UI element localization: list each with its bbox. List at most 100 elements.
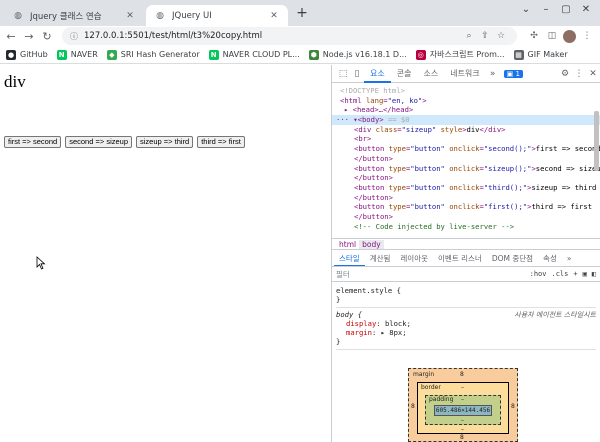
inspect-icon[interactable]: ⬚ xyxy=(336,69,350,79)
first-to-second-button[interactable]: first => second xyxy=(4,136,62,148)
dom-doctype[interactable]: <!DOCTYPE html> xyxy=(332,86,600,96)
prop-margin[interactable]: margin: ▸ 8px; xyxy=(336,328,596,337)
sizeup-to-third-button[interactable]: sizeup => third xyxy=(136,136,194,148)
dom-button-4-close[interactable]: </button> xyxy=(332,212,600,222)
reload-icon[interactable]: ↻ xyxy=(38,30,56,43)
maximize-icon[interactable]: ▢ xyxy=(558,4,574,15)
more-tabs-icon[interactable]: » xyxy=(562,250,577,266)
tab-event-listeners[interactable]: 이벤트 리스너 xyxy=(433,250,487,266)
close-icon[interactable]: ✕ xyxy=(268,11,280,21)
dom-button-1[interactable]: <button type="button" onclick="second();… xyxy=(332,144,600,154)
more-options-icon[interactable]: ⋮ xyxy=(572,69,586,79)
info-icon[interactable]: ⓘ xyxy=(70,31,78,42)
share-icon[interactable]: ⇪ xyxy=(477,31,493,41)
dom-html[interactable]: <html lang="en, ko"> xyxy=(332,96,600,106)
tab-jquery-ui[interactable]: ◍ JQuery UI ✕ xyxy=(146,5,288,26)
dom-button-4[interactable]: <button type="button" onclick="first();"… xyxy=(332,202,600,212)
body-rule[interactable]: 사용자 에이전트 스타일시트 body { display: block; ma… xyxy=(336,308,596,350)
target-icon: ◎ xyxy=(415,49,426,60)
box-border[interactable]: border – – padding – – 605.486×144.456 xyxy=(417,382,509,434)
bookmark-gif-maker[interactable]: ▦ GIF Maker xyxy=(513,49,568,60)
dom-br[interactable]: <br> xyxy=(332,134,600,144)
cls-toggle[interactable]: .cls xyxy=(551,270,568,278)
rule-close: } xyxy=(336,295,341,304)
tab-network[interactable]: 네트워크 xyxy=(444,65,485,83)
tab-elements[interactable]: 요소 xyxy=(364,65,391,83)
bookmark-nodejs[interactable]: ⬢ Node.js v16.18.1 D... xyxy=(308,49,407,60)
paint-icon[interactable]: ▣ xyxy=(583,270,587,278)
bookmark-naver[interactable]: N NAVER xyxy=(56,49,98,60)
styles-tabbar: 스타일 계산됨 레이아웃 이벤트 리스너 DOM 중단점 속성 » xyxy=(332,250,600,267)
extensions-icon[interactable]: ✣ xyxy=(527,31,541,41)
dom-head[interactable]: ▸ <head>…</head> xyxy=(332,105,600,115)
tab-jquery-class[interactable]: ◍ Jquery 클래스 연습 ✕ xyxy=(4,5,144,26)
tab-layout[interactable]: 레이아웃 xyxy=(395,250,433,266)
tab-styles[interactable]: 스타일 xyxy=(334,250,365,266)
globe-icon: ◍ xyxy=(156,10,164,21)
bookmark-sri[interactable]: ◆ SRI Hash Generator xyxy=(106,49,200,60)
rule-selector: element.style { xyxy=(336,286,401,295)
menu-icon[interactable]: ⋮ xyxy=(580,31,594,41)
dom-button-3[interactable]: <button type="button" onclick="third();"… xyxy=(332,183,600,193)
forward-arrow-icon[interactable]: → xyxy=(20,30,38,43)
hov-toggle[interactable]: :hov xyxy=(530,270,547,278)
star-icon[interactable]: ☆ xyxy=(493,31,509,41)
bookmark-label: NAVER CLOUD PL... xyxy=(222,50,300,59)
shield-icon: ◆ xyxy=(106,49,117,60)
back-arrow-icon[interactable]: ← xyxy=(2,30,20,43)
bookmark-github[interactable]: ● GitHub xyxy=(6,49,48,60)
add-rule-icon[interactable]: + xyxy=(573,270,577,278)
prop-value: ▸ 8px; xyxy=(380,328,407,337)
box-margin[interactable]: margin 8 8 8 8 border – – padding – – 60… xyxy=(408,368,518,442)
search-icon[interactable]: ⌕ xyxy=(461,31,477,41)
dom-tree: <!DOCTYPE html> <html lang="en, ko"> ▸ <… xyxy=(332,83,600,238)
device-toolbar-icon[interactable]: ▯ xyxy=(350,69,364,79)
tab-console[interactable]: 콘솔 xyxy=(391,65,418,83)
breadcrumb-html[interactable]: html xyxy=(336,240,359,249)
third-to-first-button[interactable]: third => first xyxy=(197,136,245,148)
dom-scrollbar[interactable] xyxy=(594,111,599,171)
breadcrumb-body[interactable]: body xyxy=(359,239,384,249)
margin-top-value: 8 xyxy=(460,371,464,378)
close-icon[interactable]: ✕ xyxy=(586,69,600,79)
tab-dom-breakpoints[interactable]: DOM 중단점 xyxy=(487,250,538,266)
dom-comment[interactable]: <!-- Code injected by live-server --> xyxy=(332,222,600,232)
sidepanel-icon[interactable]: ◫ xyxy=(545,31,559,41)
bookmark-label: Node.js v16.18.1 D... xyxy=(322,50,407,59)
dom-button-2-close[interactable]: </button> xyxy=(332,173,600,183)
avatar[interactable] xyxy=(563,29,576,43)
bookmark-label: GIF Maker xyxy=(527,50,568,59)
styles-rules: element.style { } 사용자 에이전트 스타일시트 body { … xyxy=(332,282,600,352)
devtools-tabbar: ⬚ ▯ 요소 콘솔 소스 네트워크 » ▣ 1 ⚙ ⋮ ✕ xyxy=(332,65,600,83)
window-close-icon[interactable]: ✕ xyxy=(578,4,594,15)
issues-badge[interactable]: ▣ 1 xyxy=(503,69,523,78)
address-bar[interactable]: ⓘ 127.0.0.1:5501/test/html/t3%20copy.htm… xyxy=(62,27,517,45)
chevron-down-icon[interactable]: ⌄ xyxy=(518,4,534,15)
prop-name: display xyxy=(346,319,377,328)
minimize-icon[interactable]: – xyxy=(538,4,554,15)
tab-sources[interactable]: 소스 xyxy=(417,65,444,83)
prop-display[interactable]: display: block; xyxy=(336,319,596,328)
dom-body[interactable]: ··· ▾<body> == $0 xyxy=(332,115,600,125)
box-padding[interactable]: padding – – 605.486×144.456 xyxy=(425,395,501,425)
element-style-rule[interactable]: element.style { } xyxy=(336,284,596,308)
new-tab-button[interactable]: + xyxy=(294,6,310,22)
filter-input[interactable]: 필터 xyxy=(336,269,525,280)
url-text[interactable]: 127.0.0.1:5501/test/html/t3%20copy.html xyxy=(84,31,461,41)
border-top-value: – xyxy=(461,384,464,391)
tab-properties[interactable]: 속성 xyxy=(538,250,562,266)
close-icon[interactable]: ✕ xyxy=(124,11,136,21)
box-content[interactable]: 605.486×144.456 xyxy=(434,405,492,416)
tab-title: Jquery 클래스 연습 xyxy=(30,11,102,22)
sidebar-toggle-icon[interactable]: ◧ xyxy=(592,270,596,278)
dom-button-1-close[interactable]: </button> xyxy=(332,154,600,164)
dom-button-2[interactable]: <button type="button" onclick="sizeup();… xyxy=(332,164,600,174)
bookmark-promise[interactable]: ◎ 자바스크립트 Prom... xyxy=(415,49,505,60)
dom-div-sizeup[interactable]: <div class="sizeup" style>div</div> xyxy=(332,125,600,135)
tab-computed[interactable]: 계산됨 xyxy=(365,250,396,266)
bookmark-naver-cloud[interactable]: N NAVER CLOUD PL... xyxy=(208,49,300,60)
dom-button-3-close[interactable]: </button> xyxy=(332,193,600,203)
more-tabs-icon[interactable]: » xyxy=(486,69,500,79)
gear-icon[interactable]: ⚙ xyxy=(558,69,572,79)
second-to-sizeup-button[interactable]: second => sizeup xyxy=(65,136,132,148)
